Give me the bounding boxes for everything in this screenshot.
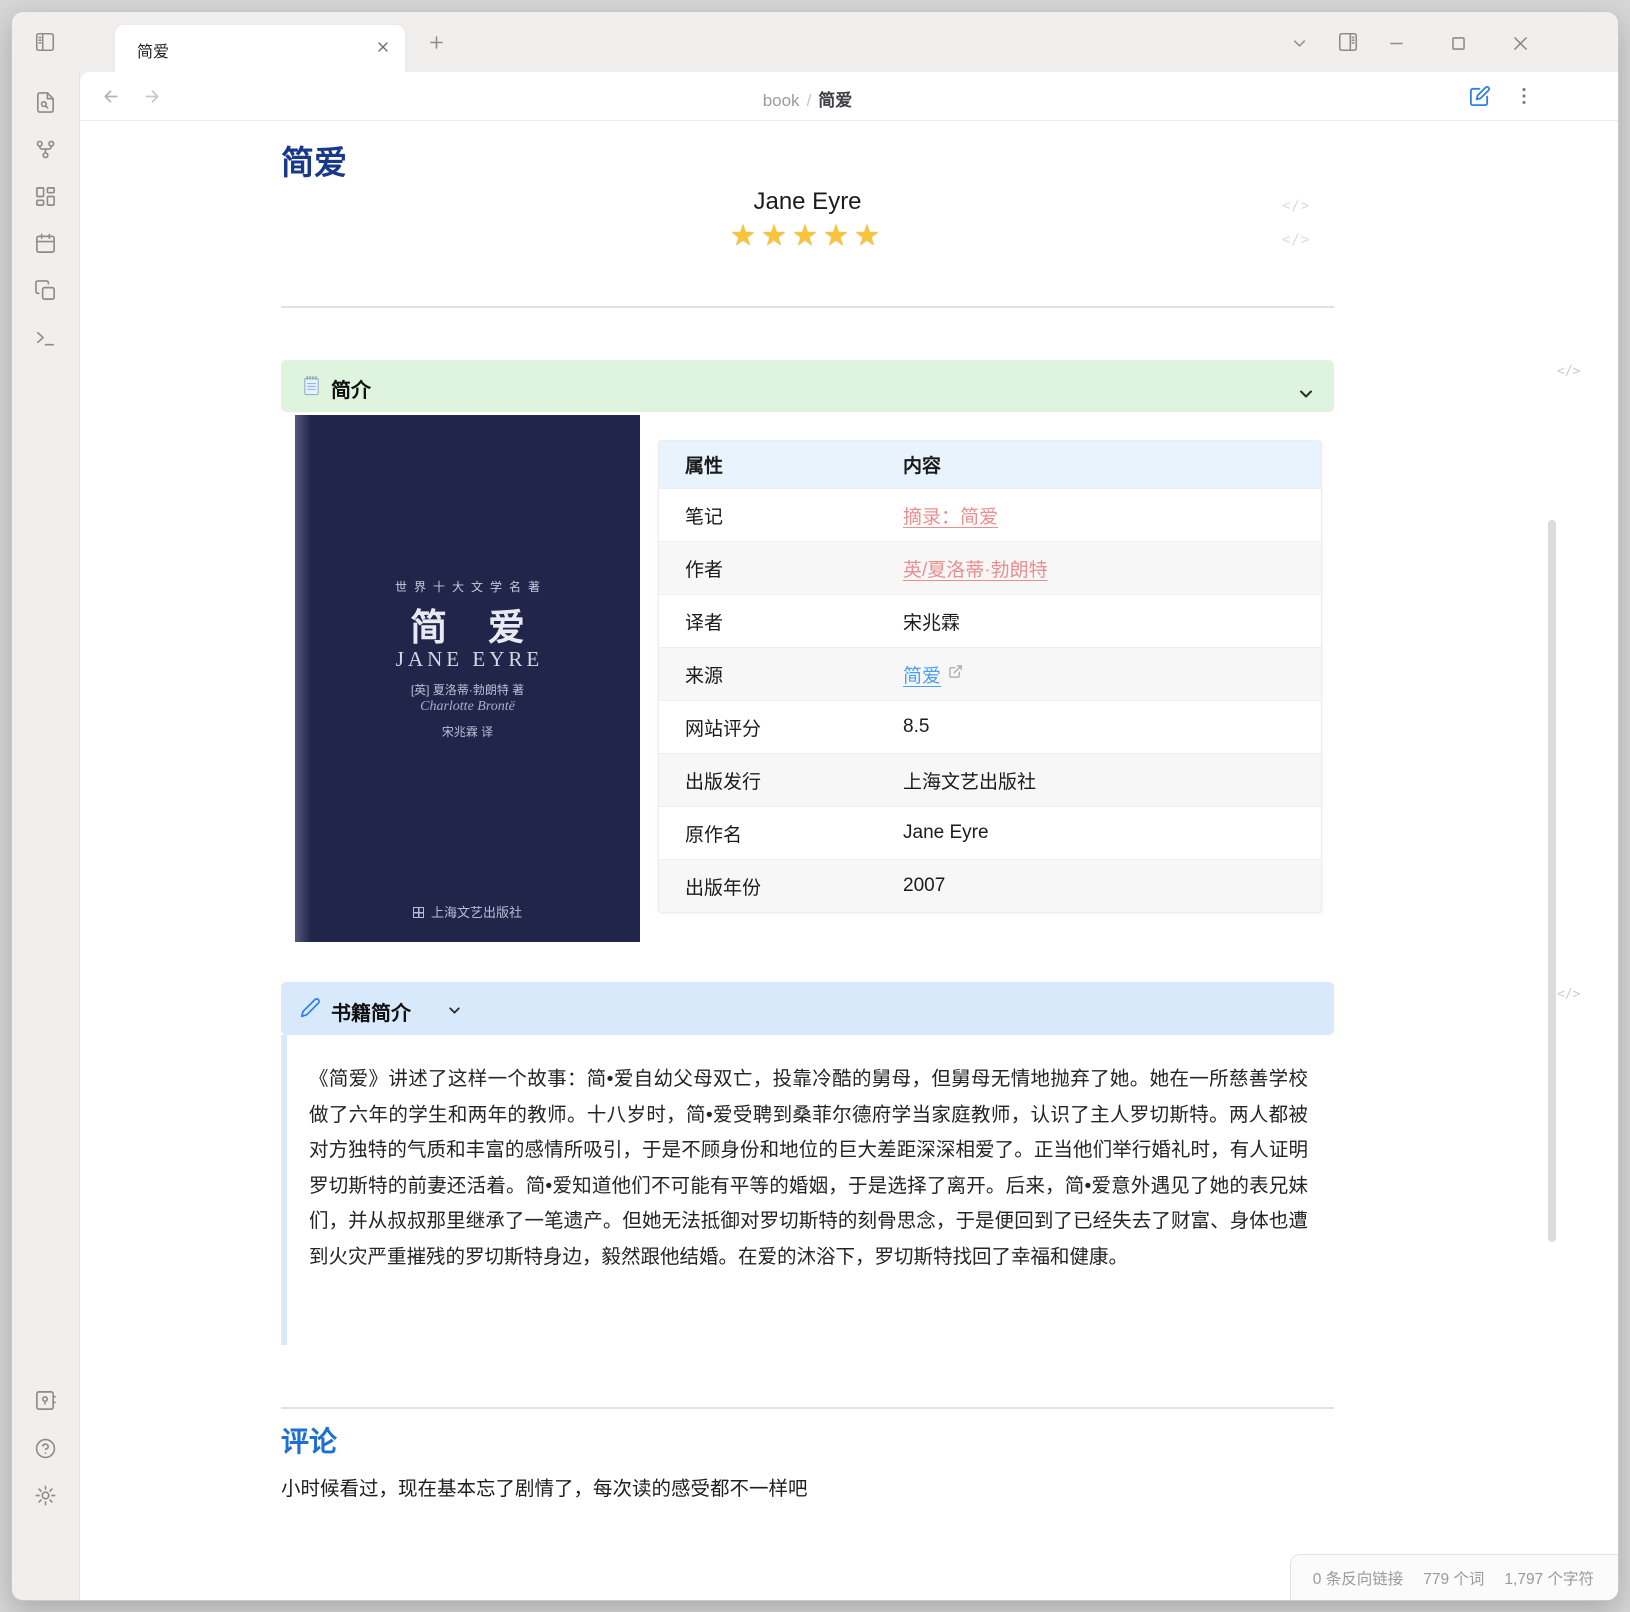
cover-title-cn: 简爱 <box>295 597 640 651</box>
rating-stars: ★★★★★ <box>281 218 1334 253</box>
book-summary-text: 《简爱》讲述了这样一个故事：简•爱自幼父母双亡，投靠冷酷的舅母，但舅母无情地抛弃… <box>309 1062 1308 1276</box>
cover-translator: 宋兆霖 译 <box>295 723 640 740</box>
page-title: 简爱 <box>281 136 347 184</box>
file-search-icon[interactable] <box>34 91 57 114</box>
chevron-down-icon[interactable] <box>446 1002 463 1024</box>
notepad-emoji-icon <box>300 374 323 402</box>
table-row: 来源 简爱 <box>659 647 1321 700</box>
cover-series-title: 世界十大文学名著 <box>295 578 640 595</box>
edit-codeblock-icon[interactable]: </> <box>1282 198 1310 214</box>
edit-mode-toggle-icon[interactable] <box>1468 85 1491 108</box>
cover-author-cn: [英] 夏洛蒂·勃朗特 著 <box>295 681 640 698</box>
status-bar: 0 条反向链接 779 个词 1,797 个字符 <box>1290 1554 1618 1600</box>
canvas-dashboard-icon[interactable] <box>34 185 57 208</box>
table-row: 网站评分 8.5 <box>659 700 1321 753</box>
maximize-icon[interactable] <box>1449 34 1468 53</box>
table-row: 出版年份 2007 <box>659 859 1321 912</box>
right-sidebar-toggle-icon[interactable] <box>1337 31 1359 53</box>
callout-summary-body: 《简爱》讲述了这样一个故事：简•爱自幼父母双亡，投靠冷酷的舅母，但舅母无情地抛弃… <box>281 1035 1334 1345</box>
help-icon[interactable] <box>34 1437 57 1460</box>
table-row: 作者 英/夏洛蒂·勃朗特 <box>659 541 1321 594</box>
vault-switcher-icon[interactable] <box>34 1389 57 1412</box>
app-window: 简爱 <box>12 12 1618 1600</box>
left-sidebar-toggle-icon[interactable] <box>34 31 56 53</box>
source-external-link[interactable]: 简爱 <box>903 661 941 688</box>
char-count: 1,797 个字符 <box>1504 1567 1594 1589</box>
edit-codeblock-icon[interactable]: </> <box>1557 987 1580 1002</box>
copy-files-icon[interactable] <box>34 279 57 302</box>
table-header-row: 属性 内容 <box>659 441 1321 488</box>
left-ribbon <box>12 72 80 1600</box>
more-options-icon[interactable] <box>1513 85 1535 107</box>
word-count: 779 个词 <box>1423 1567 1484 1589</box>
callout-summary-header[interactable]: 书籍简介 </> <box>281 982 1334 1035</box>
comment-text: 小时候看过，现在基本忘了剧情了，每次读的感受都不一样吧 <box>281 1472 1334 1501</box>
vertical-scrollbar[interactable] <box>1548 520 1556 1242</box>
table-row: 译者 宋兆霖 <box>659 594 1321 647</box>
tab-note[interactable]: 简爱 <box>115 25 405 72</box>
callout-intro-title: 简介 <box>331 374 371 403</box>
breadcrumb-note-title[interactable]: 简爱 <box>818 91 852 110</box>
new-tab-icon[interactable] <box>427 33 446 52</box>
graph-view-icon[interactable] <box>34 138 57 161</box>
pencil-icon <box>300 997 321 1023</box>
cover-publisher: 上海文艺出版社 <box>295 902 640 921</box>
horizontal-rule <box>281 306 1334 308</box>
publisher-logo-icon <box>413 907 424 918</box>
book-subtitle: Jane Eyre <box>281 188 1334 216</box>
tab-title: 简爱 <box>137 38 169 62</box>
table-row: 原作名 Jane Eyre <box>659 806 1321 859</box>
titlebar: 简爱 <box>12 12 1618 72</box>
table-row: 出版发行 上海文艺出版社 <box>659 753 1321 806</box>
cover-title-en: JANE EYRE <box>295 647 640 672</box>
settings-gear-icon[interactable] <box>34 1484 57 1507</box>
properties-table: 属性 内容 笔记 摘录：简爱 作者 英/夏洛蒂·勃朗特 译者 宋兆霖 来源 简爱 <box>658 440 1322 913</box>
calendar-icon[interactable] <box>34 232 57 255</box>
callout-summary-title: 书籍简介 <box>331 997 411 1026</box>
table-header-attribute: 属性 <box>659 451 903 478</box>
cover-author-en: Charlotte Brontë <box>295 699 640 715</box>
note-link[interactable]: 摘录：简爱 <box>903 502 998 529</box>
comments-heading: 评论 <box>281 1420 337 1460</box>
breadcrumb-folder[interactable]: book <box>763 91 800 110</box>
tab-close-icon[interactable] <box>375 39 391 60</box>
table-header-content: 内容 <box>903 451 1321 478</box>
nav-back-icon[interactable] <box>100 86 121 107</box>
breadcrumb[interactable]: book / 简爱 <box>281 86 1334 111</box>
backlinks-count[interactable]: 0 条反向链接 <box>1313 1567 1403 1589</box>
minimize-icon[interactable] <box>1387 34 1406 53</box>
table-row: 笔记 摘录：简爱 <box>659 488 1321 541</box>
chevron-down-icon[interactable] <box>1296 384 1316 409</box>
close-window-icon[interactable] <box>1511 34 1530 53</box>
external-link-icon <box>948 663 963 685</box>
desktop-background: 简爱 <box>0 0 1630 1612</box>
edit-codeblock-icon[interactable]: </> <box>1282 232 1310 248</box>
callout-intro-header[interactable]: 简介 </> <box>281 360 1334 412</box>
terminal-icon[interactable] <box>34 327 57 350</box>
breadcrumb-separator: / <box>807 91 812 110</box>
nav-forward-icon[interactable] <box>142 86 163 107</box>
horizontal-rule <box>281 1407 1334 1409</box>
book-cover-image: 世界十大文学名著 简爱 JANE EYRE [英] 夏洛蒂·勃朗特 著 Char… <box>295 415 640 942</box>
tab-list-chevron-icon[interactable] <box>1290 34 1309 53</box>
author-link[interactable]: 英/夏洛蒂·勃朗特 <box>903 555 1048 582</box>
edit-codeblock-icon[interactable]: </> <box>1557 364 1580 379</box>
